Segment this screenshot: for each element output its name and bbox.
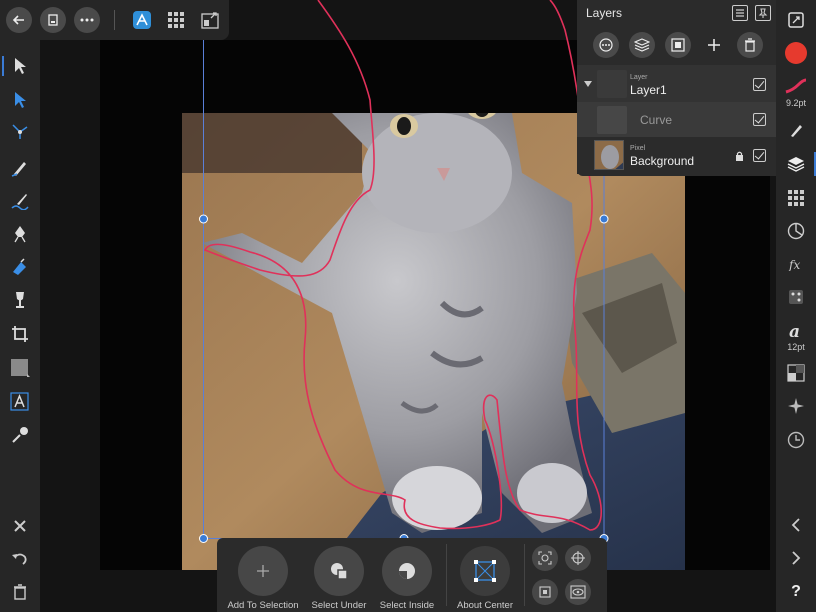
chevron-right-icon[interactable]: [782, 544, 810, 572]
fill-tool-icon[interactable]: [6, 253, 34, 281]
help-button[interactable]: ?: [782, 578, 810, 606]
layer-name: Layer1: [630, 83, 667, 97]
navigator-icon[interactable]: [782, 392, 810, 420]
layer-row[interactable]: Layer Layer1: [577, 65, 776, 102]
move-tool-icon[interactable]: [2, 52, 34, 80]
close-icon[interactable]: [6, 512, 34, 540]
styles-icon[interactable]: [782, 283, 810, 311]
color-picker-tool-icon[interactable]: [6, 421, 34, 449]
shape-tool-icon[interactable]: [6, 354, 34, 382]
select-under-button[interactable]: Select Under: [301, 546, 377, 611]
primary-color-swatch[interactable]: [782, 39, 810, 67]
chevron-left-icon[interactable]: [782, 511, 810, 539]
app-window: Layers Layer Layer1 Curve Pixel Backgrou…: [0, 0, 816, 612]
add-layer-icon[interactable]: [701, 32, 727, 58]
select-inside-button[interactable]: Select Inside: [369, 546, 445, 611]
crop-tool-icon[interactable]: [6, 320, 34, 348]
font-size-label: 12pt: [787, 342, 805, 352]
fx-icon[interactable]: fx: [782, 250, 810, 278]
kitten-photo[interactable]: [182, 113, 685, 570]
visibility-checkbox[interactable]: [753, 78, 766, 91]
layers-studio-icon[interactable]: [782, 150, 810, 178]
transparency-tool-icon[interactable]: [6, 286, 34, 314]
brush-size-label: 9.2pt: [785, 98, 807, 108]
layer-row[interactable]: Curve: [577, 102, 776, 137]
export-persona-icon[interactable]: [197, 7, 223, 33]
panel-menu-icon[interactable]: [732, 5, 748, 21]
vector-brush-tool-icon[interactable]: [6, 187, 34, 215]
designer-persona-icon[interactable]: [129, 7, 155, 33]
layer-kind: Pixel: [630, 145, 646, 152]
select-under-icon: [314, 546, 364, 596]
svg-text:a: a: [789, 322, 800, 339]
delete-layer-icon[interactable]: [737, 32, 763, 58]
brushes-icon[interactable]: [782, 116, 810, 144]
transparency-icon[interactable]: [782, 359, 810, 387]
adjustments-icon[interactable]: [782, 217, 810, 245]
text-tool-icon[interactable]: [6, 388, 34, 416]
layers-panel-header: Layers: [577, 0, 776, 26]
node-tool-icon[interactable]: [6, 86, 34, 114]
select-inside-label: Select Inside: [379, 600, 435, 611]
undo-icon[interactable]: [6, 545, 34, 573]
layer-thumbnail: [597, 70, 627, 98]
layers-panel: Layers Layer Layer1 Curve Pixel Backgrou…: [577, 0, 776, 176]
add-mask-icon[interactable]: [665, 32, 691, 58]
pixel-persona-icon[interactable]: [163, 7, 189, 33]
layer-name: Background: [630, 154, 695, 168]
right-studio-bar: 9.2pt fx a 12pt ?: [776, 0, 816, 612]
snapping-icon[interactable]: [532, 545, 558, 571]
more-icon[interactable]: [74, 7, 100, 33]
transform-origin-icon[interactable]: [532, 579, 558, 605]
layer-name: Curve: [640, 113, 673, 127]
visibility-checkbox[interactable]: [753, 149, 766, 162]
add-to-selection-button[interactable]: Add To Selection: [225, 546, 301, 611]
select-inside-icon: [382, 546, 432, 596]
fit-view-icon[interactable]: [782, 6, 810, 34]
add-to-selection-label: Add To Selection: [227, 600, 299, 611]
view-mode-icon[interactable]: [565, 579, 591, 605]
layer-kind: Layer: [630, 74, 648, 81]
toolbar-divider: [114, 10, 115, 30]
lock-icon[interactable]: [735, 151, 744, 161]
layer-row[interactable]: Pixel Background: [577, 137, 776, 174]
corner-tool-icon[interactable]: [6, 118, 34, 146]
layer-thumbnail: [594, 140, 624, 170]
visibility-checkbox[interactable]: [753, 113, 766, 126]
layers-panel-title: Layers: [586, 6, 623, 20]
layer-options-icon[interactable]: [593, 32, 619, 58]
brush-preview-icon[interactable]: [782, 72, 810, 100]
swatches-icon[interactable]: [782, 184, 810, 212]
about-center-button[interactable]: About Center: [447, 546, 523, 611]
about-center-icon: [460, 546, 510, 596]
crosshair-icon[interactable]: [565, 545, 591, 571]
select-under-label: Select Under: [311, 600, 367, 611]
add-layer-group-icon[interactable]: [629, 32, 655, 58]
svg-text:fx: fx: [788, 258, 800, 271]
layer-thumbnail: [597, 106, 627, 134]
top-toolbar: [0, 0, 229, 40]
document-icon[interactable]: [40, 7, 66, 33]
left-toolbar: [0, 40, 40, 612]
expand-triangle-icon[interactable]: [584, 80, 592, 88]
layers-actions: [577, 26, 776, 64]
text-style-icon[interactable]: a: [782, 316, 810, 344]
history-icon[interactable]: [782, 426, 810, 454]
pencil-tool-icon[interactable]: [6, 154, 34, 182]
pin-icon[interactable]: [755, 5, 771, 21]
trash-icon[interactable]: [6, 578, 34, 606]
about-center-label: About Center: [457, 600, 513, 611]
context-toolbar: Add To Selection Select Under Select Ins…: [217, 538, 607, 612]
pen-tool-icon[interactable]: [6, 220, 34, 248]
context-toolbar-divider: [524, 544, 525, 606]
plus-icon: [238, 546, 288, 596]
back-icon[interactable]: [6, 7, 32, 33]
